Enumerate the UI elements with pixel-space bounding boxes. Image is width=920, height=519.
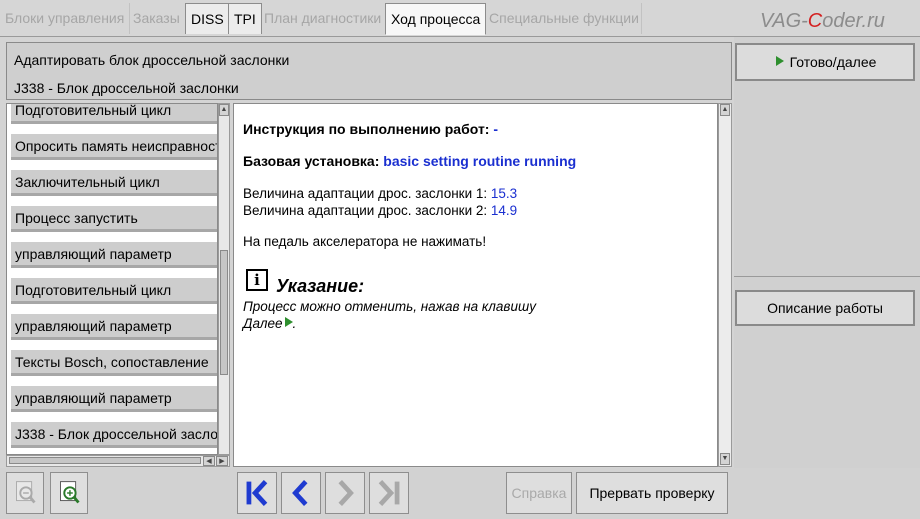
panel-divider <box>734 276 920 277</box>
zoom-in-icon <box>60 481 80 504</box>
note-line-2: Далее. <box>243 316 297 331</box>
tab-tpi[interactable]: TPI <box>228 3 262 34</box>
step-item[interactable]: Опросить память неисправностей <box>11 134 217 160</box>
step-list-vertical-scrollbar[interactable]: ▲ <box>218 103 230 455</box>
zoom-in-button[interactable] <box>50 472 88 514</box>
skip-to-last-icon <box>378 479 400 507</box>
next-arrow-icon <box>284 317 293 327</box>
tab-orders[interactable]: Заказы <box>128 3 186 34</box>
help-button[interactable]: Справка <box>506 472 572 514</box>
tab-diss[interactable]: DISS <box>185 3 230 34</box>
zoom-out-icon <box>15 481 36 504</box>
tab-diagnostic-plan[interactable]: План диагностики <box>259 3 388 34</box>
procedure-title: Адаптировать блок дроссельной заслонки <box>14 52 290 68</box>
chevron-left-icon <box>292 479 308 507</box>
next-step-button[interactable] <box>325 472 365 514</box>
play-icon <box>775 56 784 66</box>
first-step-button[interactable] <box>237 472 277 514</box>
adaptation-value-1: Величина адаптации дрос. заслонки 1: 15.… <box>243 186 518 201</box>
bottom-toolbar <box>0 468 920 519</box>
procedure-header: Адаптировать блок дроссельной заслонки J… <box>6 42 732 100</box>
step-item[interactable]: Подготовительный цикл <box>11 104 217 124</box>
tab-special-functions[interactable]: Специальные функции <box>484 3 642 34</box>
step-item[interactable]: Тексты Bosch, сопоставление <box>11 350 217 376</box>
abort-test-button[interactable]: Прервать проверку <box>576 472 728 514</box>
scroll-right-icon[interactable]: ▶ <box>216 456 228 466</box>
action-panel <box>734 37 920 519</box>
step-item[interactable]: Подготовительный цикл <box>11 278 217 304</box>
step-item[interactable]: управляющий параметр <box>11 386 217 412</box>
instruction-vertical-scrollbar[interactable]: ▲ ▼ <box>718 103 732 467</box>
step-item[interactable]: Процесс запустить <box>11 206 217 232</box>
tab-control-units[interactable]: Блоки управления <box>0 3 131 34</box>
work-description-button[interactable]: Описание работы <box>735 290 915 326</box>
scrollbar-thumb[interactable] <box>220 250 228 375</box>
tab-process[interactable]: Ход процесса <box>385 3 487 35</box>
basic-setting-status: Базовая установка: basic setting routine… <box>243 153 577 169</box>
zoom-out-button[interactable] <box>6 472 44 514</box>
step-item[interactable]: управляющий параметр <box>11 314 217 340</box>
note-line-1: Процесс можно отменить, нажав на клавишу <box>243 299 536 314</box>
last-step-button[interactable] <box>369 472 409 514</box>
step-item[interactable]: J338 - Блок дроссельной заслонки <box>11 422 217 448</box>
adaptation-value-2: Величина адаптации дрос. заслонки 2: 14.… <box>243 203 518 218</box>
process-step-list: Подготовительный цикл Опросить память не… <box>6 103 218 455</box>
pedal-warning: На педаль акселератора не нажимать! <box>243 234 487 249</box>
scroll-up-icon[interactable]: ▲ <box>720 104 730 116</box>
step-item[interactable]: Заключительный цикл <box>11 170 217 196</box>
skip-to-first-icon <box>246 479 268 507</box>
step-list-horizontal-scrollbar[interactable]: ◀ ▶ <box>6 455 230 467</box>
note-title: Указание: <box>276 276 365 296</box>
step-item[interactable]: управляющий параметр <box>11 242 217 268</box>
info-icon: i <box>246 269 268 291</box>
top-tab-bar: Блоки управления Заказы DISS TPI План ди… <box>0 0 920 37</box>
chevron-right-icon <box>338 479 354 507</box>
scroll-left-icon[interactable]: ◀ <box>203 456 215 466</box>
scroll-up-icon[interactable]: ▲ <box>219 104 229 116</box>
instruction-panel: Инструкция по выполнению работ: - Базова… <box>233 103 718 467</box>
control-unit-title: J338 - Блок дроссельной заслонки <box>14 80 239 96</box>
previous-step-button[interactable] <box>281 472 321 514</box>
done-next-button[interactable]: Готово/далее <box>735 43 915 81</box>
scroll-down-icon[interactable]: ▼ <box>720 453 730 465</box>
scrollbar-thumb[interactable] <box>9 457 201 464</box>
site-watermark: VAG-Coder.ru <box>760 10 885 32</box>
instruction-heading: Инструкция по выполнению работ: - <box>243 121 499 137</box>
